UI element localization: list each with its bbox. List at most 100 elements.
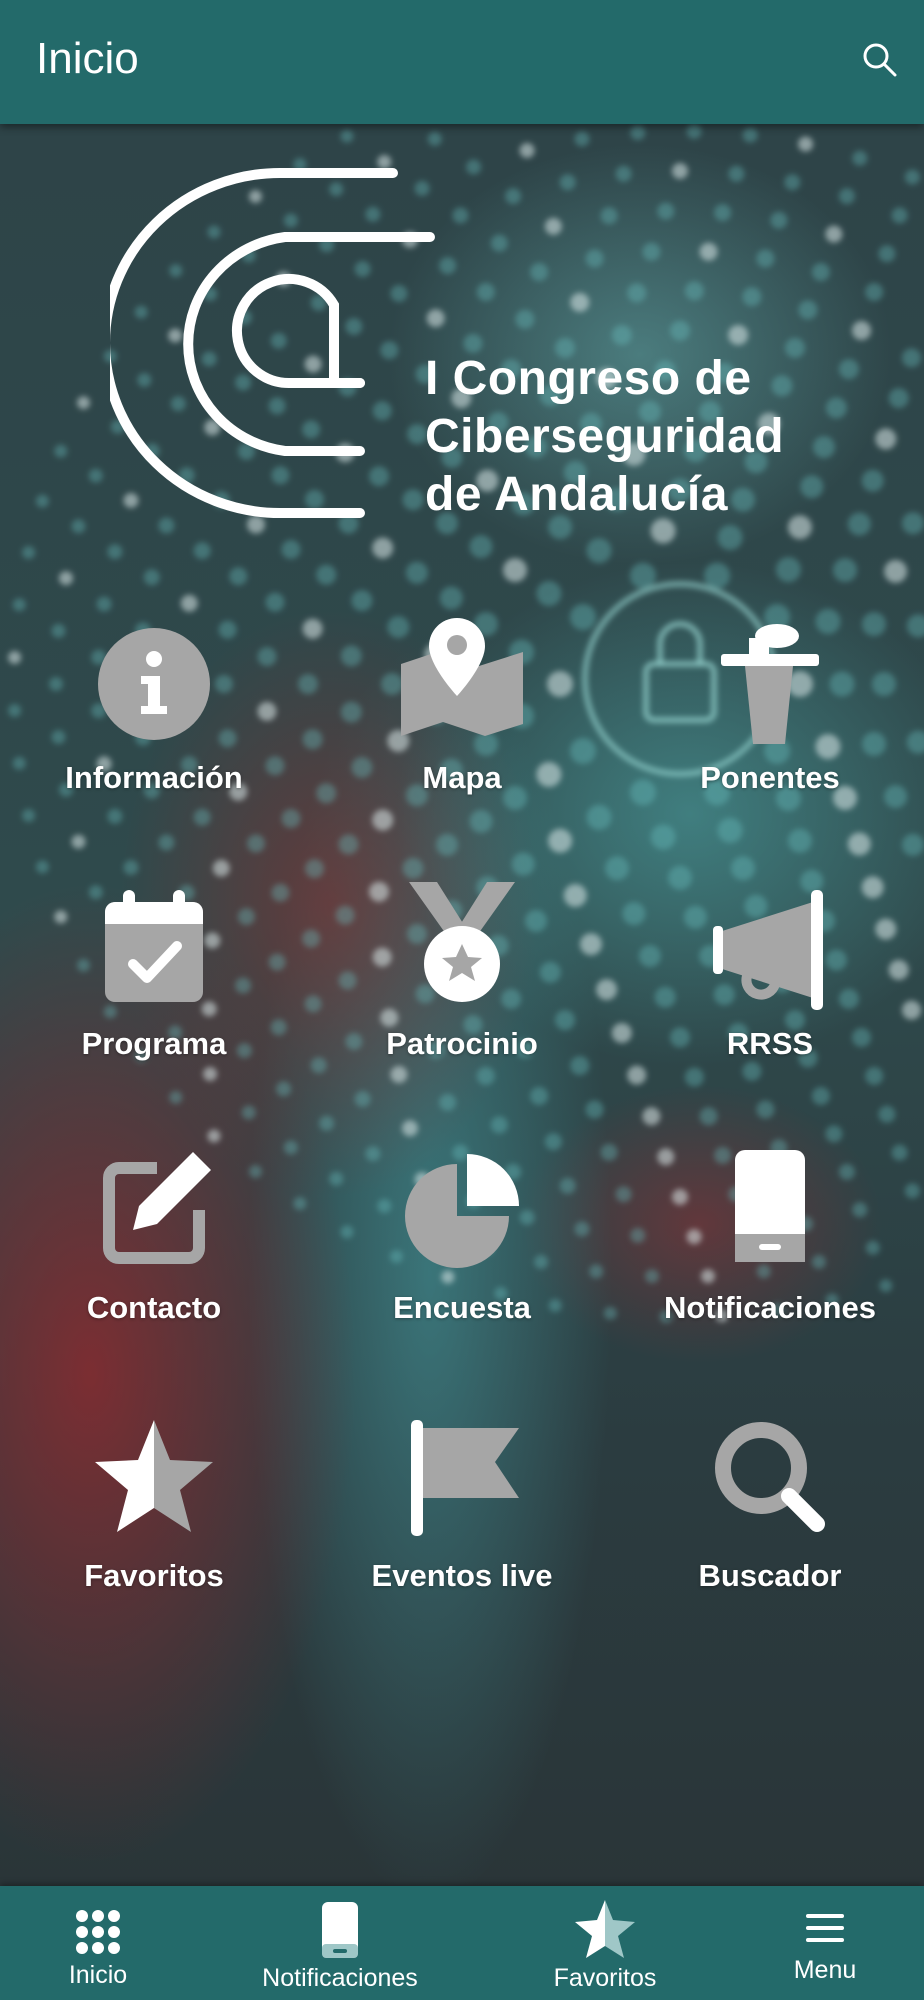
menu-label: Favoritos [84,1558,224,1593]
menu-item-favoritos[interactable]: Favoritos [0,1398,308,1618]
background-dot [35,494,49,508]
background-dot [319,1115,335,1131]
background-dot [902,348,921,368]
menu-item-programa[interactable]: Programa [0,866,308,1086]
background-dot [878,245,896,263]
background-dot [847,512,871,536]
menu-item-contacto[interactable]: Contacto [0,1130,308,1350]
background-dot [902,512,924,535]
background-dot [811,1087,830,1105]
background-dot [241,1105,256,1120]
background-dot [22,546,36,559]
background-dot [884,559,908,583]
nav-label: Favoritos [553,1964,657,1992]
background-dot [585,1100,604,1119]
menu-label: Contacto [86,1290,222,1325]
menu-item-informacion[interactable]: Información [0,600,308,820]
megaphone-icon [713,890,823,1010]
background-dot [169,1090,183,1104]
background-dot [838,188,855,205]
nav-item-menu[interactable]: Menu [740,1886,910,2000]
background-dot [372,537,394,559]
background-dot [650,824,676,850]
background-dot [878,1105,896,1123]
background-dot [629,562,656,589]
background-dot [902,833,924,856]
background-dot [158,834,175,851]
nav-label: Menu [793,1956,857,1984]
background-dot [699,1107,718,1126]
menu-label: Programa [81,1026,227,1061]
search-icon [715,1422,825,1532]
background-dot [88,468,103,483]
background-dot [354,1091,371,1107]
menu-item-rrss[interactable]: RRSS [616,866,924,1086]
podium-icon [721,624,819,744]
menu-label: RRSS [726,1026,814,1061]
menu-label: Notificaciones [664,1290,876,1325]
background-dot [704,562,731,589]
background-dot [787,828,812,853]
nav-item-favoritos[interactable]: Favoritos [520,1886,690,2000]
nav-item-inicio[interactable]: Inicio [0,1886,196,2000]
menu-label: Buscador [698,1558,842,1593]
background-dot [847,832,871,856]
nav-label: Inicio [68,1961,128,1989]
menu-item-ponentes[interactable]: Ponentes [616,600,924,820]
menu-item-eventos-live[interactable]: Eventos live [308,1398,616,1618]
background-dot [439,1093,457,1111]
background-dot [229,567,248,586]
background-dot [340,129,354,143]
background-dot [586,538,612,564]
background-dot [833,558,857,583]
star-icon [95,1420,213,1532]
background-dot [469,535,493,559]
menu-item-encuesta[interactable]: Encuesta [308,1130,616,1350]
background-dot [193,542,211,560]
nav-item-notificaciones[interactable]: Notificaciones [240,1886,440,2000]
phone-icon [735,1150,805,1262]
congress-title-line3: de Andalucía [425,468,728,521]
menu-label: Mapa [422,760,502,795]
menu-label: Ponentes [700,760,840,795]
menu-item-patrocinio[interactable]: Patrocinio [308,866,616,1086]
background-dot [71,834,86,849]
menu-label: Patrocinio [386,1026,538,1061]
menu-item-buscador[interactable]: Buscador [616,1398,924,1618]
medal-icon [409,882,515,1002]
background-dot [891,207,908,224]
background-dot [642,1107,661,1126]
menu-item-mapa[interactable]: Mapa [308,600,616,820]
background-dot [503,558,527,583]
background-dot [316,564,337,585]
background-dot [852,150,868,166]
background-dot [71,519,86,534]
search-icon[interactable] [860,40,900,80]
background-dot [247,834,265,853]
background-dot [775,557,801,583]
background-dot [54,444,68,458]
info-icon [98,628,210,740]
background-dot [630,125,646,141]
background-dot [756,1100,775,1119]
background-dot [861,469,884,492]
congress-title: I Congreso de Ciberseguridad de Andalucí… [425,350,784,524]
background-dot [838,359,859,380]
background-dot [427,131,442,146]
menu-label: Información [65,760,243,795]
edit-icon [103,1152,211,1264]
background-dot [530,1087,549,1105]
background-dot [107,544,123,560]
background-dot [742,127,758,143]
background-dot [888,388,909,409]
app-header: Inicio [0,0,924,124]
menu-item-notificaciones[interactable]: Notificaciones [616,1130,924,1350]
nav-label: Notificaciones [262,1964,418,1992]
background-dot [77,396,90,410]
background-dot [852,321,871,340]
hamburger-icon [806,1914,844,1942]
background-dot [59,571,73,586]
background-dot [865,283,884,301]
congress-title-line1: I Congreso de [425,352,752,405]
background-dot [798,136,814,152]
